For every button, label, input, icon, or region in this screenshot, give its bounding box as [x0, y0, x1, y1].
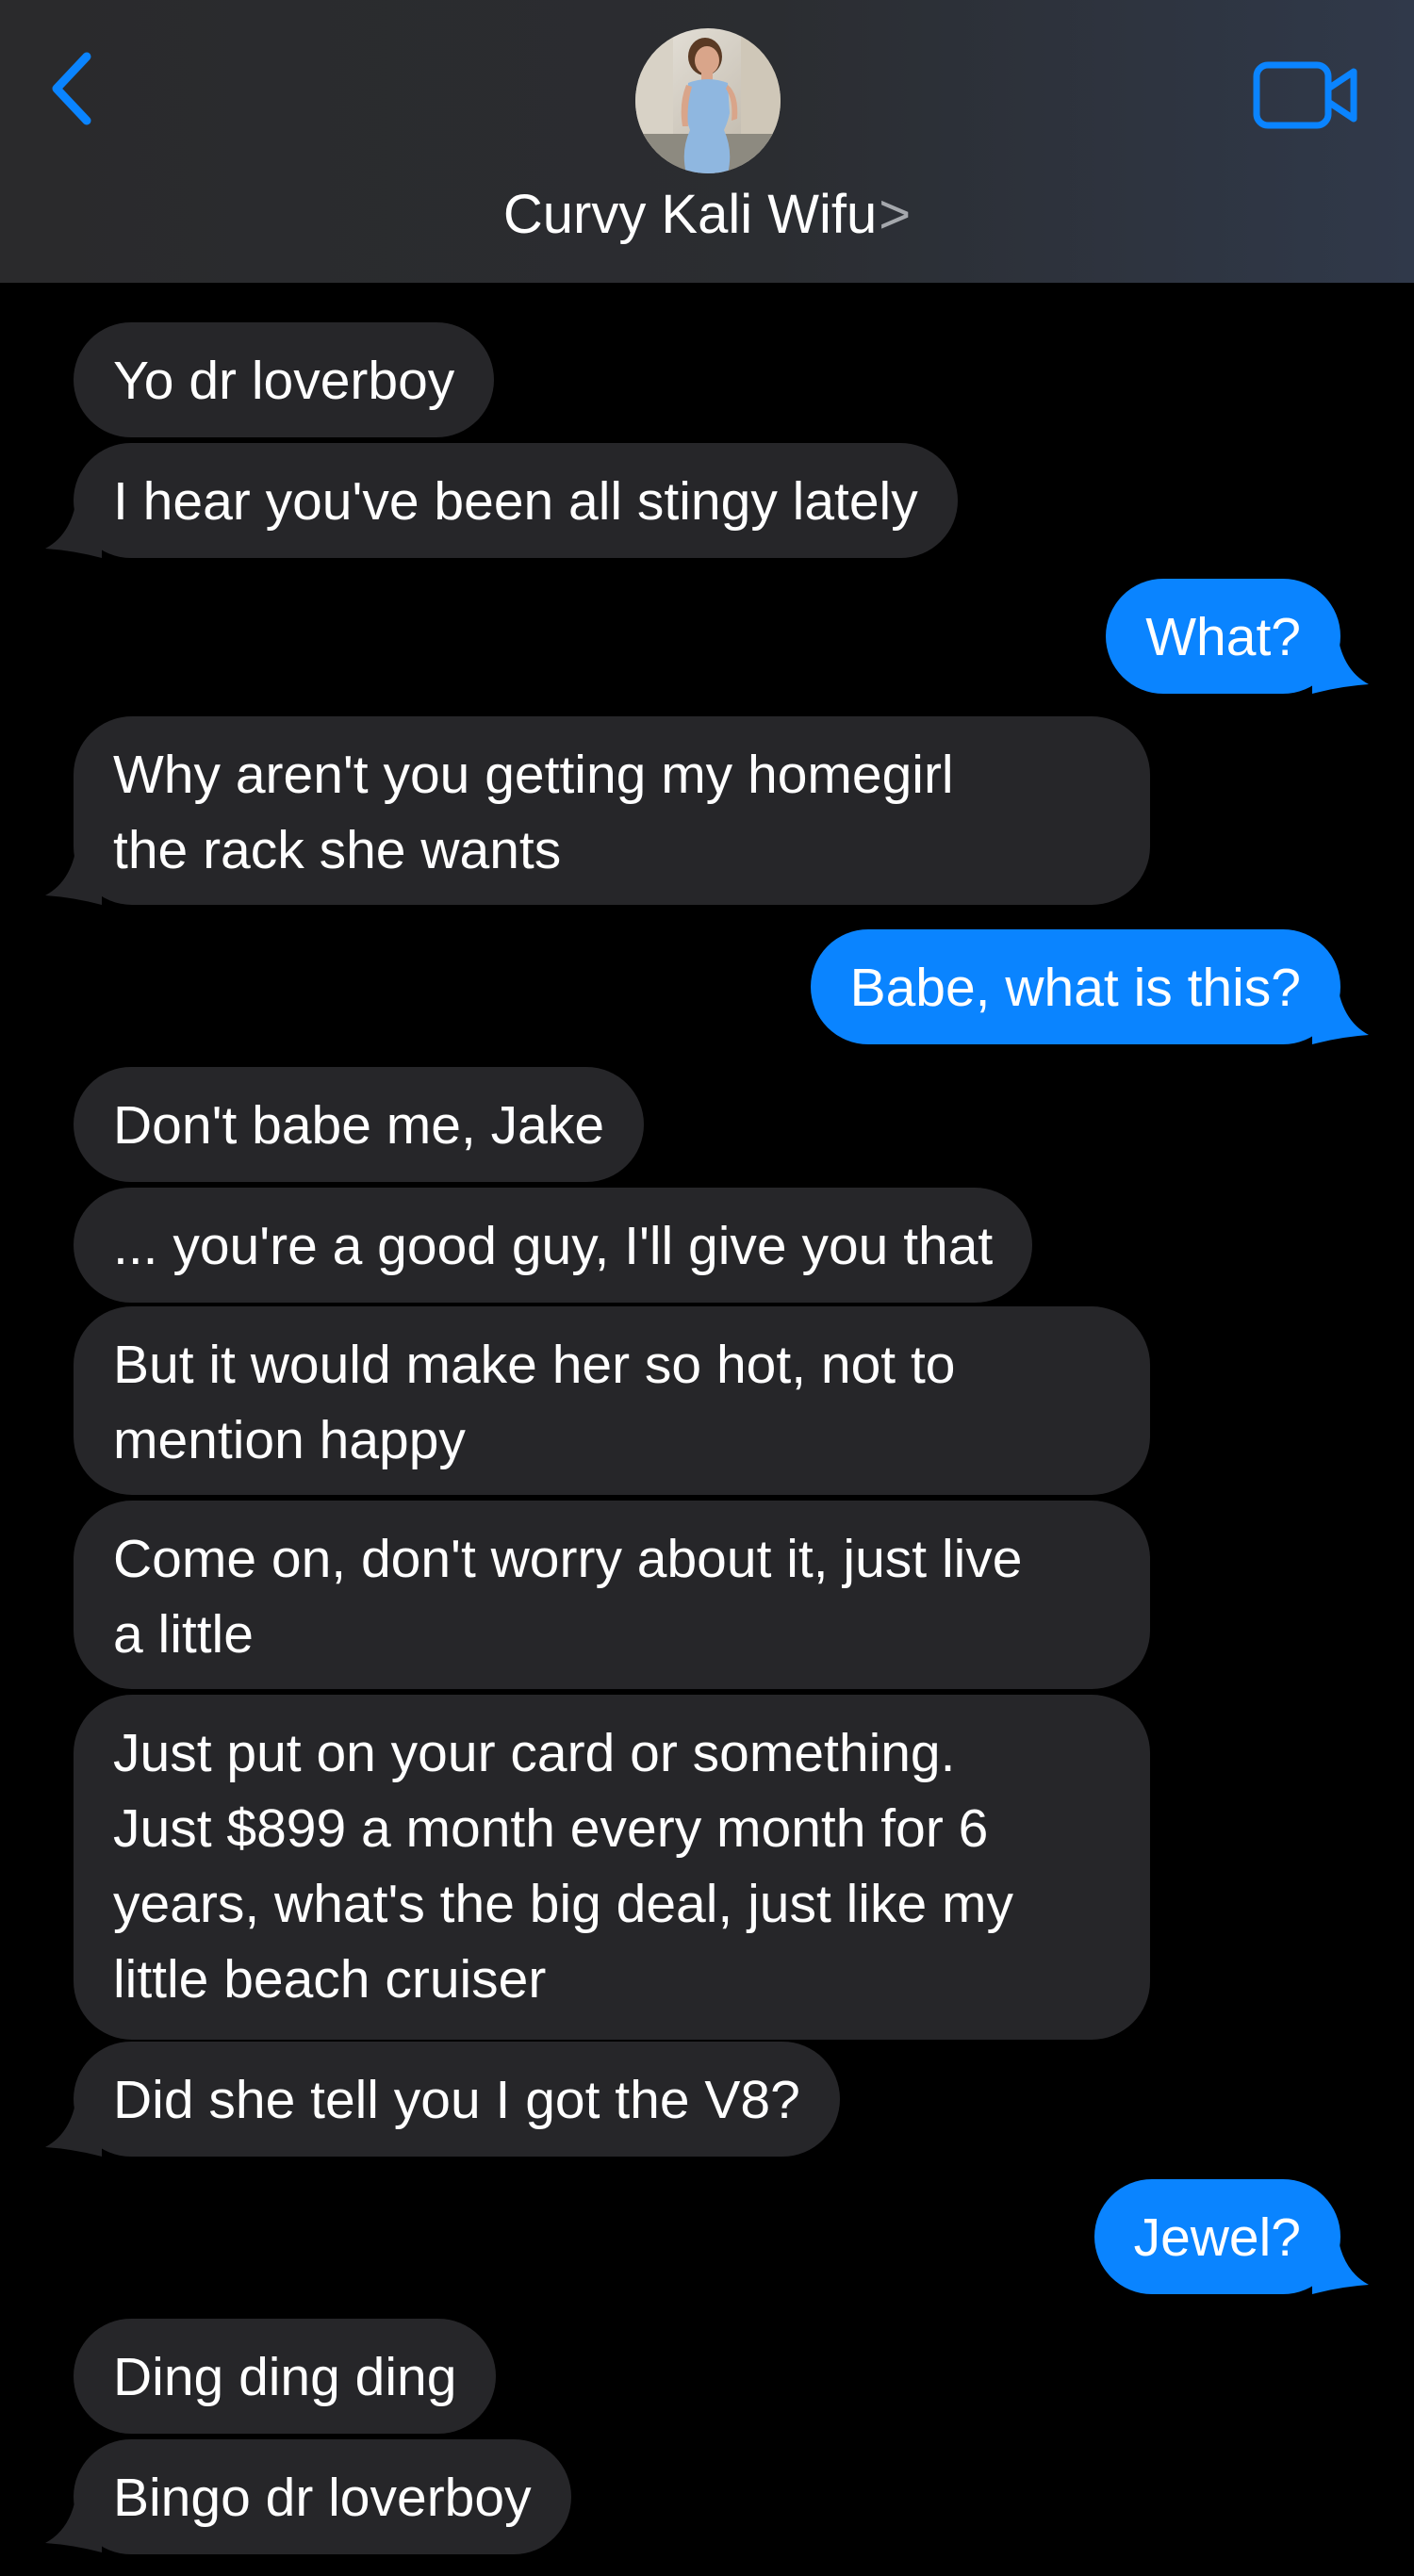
- incoming-message[interactable]: Don't babe me, Jake: [74, 1067, 645, 1182]
- chevron-left-icon: [52, 52, 91, 125]
- message-text: But it would make her so hot, not to men…: [113, 1335, 956, 1470]
- incoming-message[interactable]: Did she tell you I got the V8?: [74, 2042, 840, 2157]
- message-text: Just put on your card or something. Just…: [113, 1723, 1013, 2010]
- message-text: Did she tell you I got the V8?: [113, 2070, 800, 2130]
- message-tail: [1312, 628, 1369, 694]
- video-camera-icon: [1253, 61, 1357, 129]
- message-text: Bingo dr loverboy: [113, 2468, 532, 2528]
- video-call-button[interactable]: [1252, 60, 1359, 130]
- message-text: Babe, what is this?: [849, 958, 1301, 1018]
- message-text: Yo dr loverboy: [113, 351, 455, 411]
- incoming-message[interactable]: But it would make her so hot, not to men…: [74, 1306, 1150, 1495]
- message-tail: [45, 839, 102, 905]
- message-tail: [45, 2091, 102, 2157]
- incoming-message[interactable]: Why aren't you getting my homegirl the r…: [74, 716, 1150, 905]
- incoming-message[interactable]: Ding ding ding: [74, 2319, 497, 2434]
- incoming-message[interactable]: Yo dr loverboy: [74, 322, 495, 437]
- message-tail: [1312, 978, 1369, 1044]
- message-text: Jewel?: [1133, 2207, 1301, 2268]
- message-tail: [45, 492, 102, 558]
- message-text: What?: [1145, 607, 1301, 667]
- outgoing-message[interactable]: Babe, what is this?: [810, 929, 1340, 1044]
- contact-avatar[interactable]: [635, 28, 781, 173]
- back-button[interactable]: [45, 49, 102, 128]
- incoming-message[interactable]: Come on, don't worry about it, just live…: [74, 1501, 1150, 1689]
- conversation-header: Curvy Kali Wifu>: [0, 0, 1414, 283]
- message-text: I hear you've been all stingy lately: [113, 471, 918, 532]
- incoming-message[interactable]: Just put on your card or something. Just…: [74, 1695, 1150, 2040]
- message-text: Come on, don't worry about it, just live…: [113, 1529, 1023, 1665]
- message-text: Don't babe me, Jake: [113, 1095, 605, 1156]
- message-tail: [45, 2486, 102, 2552]
- message-tail: [1312, 2228, 1369, 2294]
- contact-name: Curvy Kali Wifu: [502, 184, 878, 245]
- chevron-right-icon: >: [879, 184, 912, 245]
- message-text: Why aren't you getting my homegirl the r…: [113, 745, 954, 880]
- avatar-photo: [635, 28, 781, 173]
- incoming-message[interactable]: Bingo dr loverboy: [74, 2439, 571, 2554]
- message-text: ... you're a good guy, I'll give you tha…: [113, 1216, 994, 1276]
- incoming-message[interactable]: ... you're a good guy, I'll give you tha…: [74, 1188, 1033, 1303]
- incoming-message[interactable]: I hear you've been all stingy lately: [74, 443, 958, 558]
- contact-name-button[interactable]: Curvy Kali Wifu>: [0, 179, 1414, 251]
- message-text: Ding ding ding: [113, 2347, 457, 2407]
